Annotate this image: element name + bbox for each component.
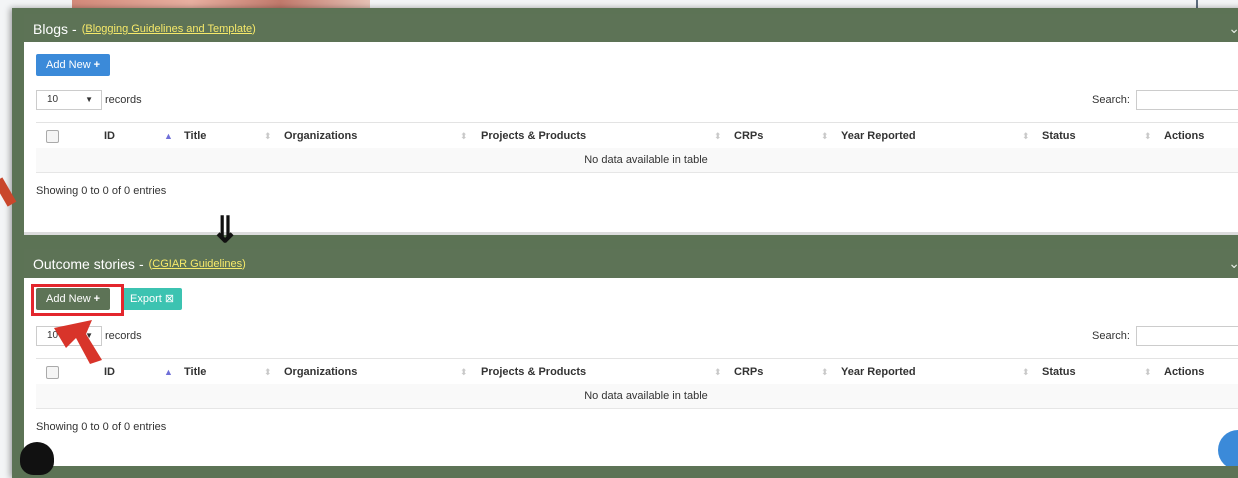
sort-icon[interactable]: ⬍ xyxy=(1144,359,1152,385)
col-projects-products[interactable]: Projects & Products xyxy=(481,123,586,149)
sort-icon[interactable]: ⬍ xyxy=(460,359,468,385)
col-title[interactable]: Title xyxy=(184,359,206,385)
col-status[interactable]: Status xyxy=(1042,123,1076,149)
search-label: Search: xyxy=(1092,94,1130,106)
blogs-title: Blogs xyxy=(33,21,69,37)
outcome-stories-panel-body: Add New + Export ⊠ 10 ▼ records Search: I… xyxy=(24,278,1238,466)
col-organizations[interactable]: Organizations xyxy=(284,123,357,149)
cgiar-guidelines-link[interactable]: CGIAR Guidelines xyxy=(152,258,242,270)
arrow-down-icon: ⇓ xyxy=(210,209,241,250)
records-label: records xyxy=(105,94,142,106)
export-icon: ⊠ xyxy=(164,293,175,305)
blogs-panel-body: Add New + 10 ▼ records Search: ID ▲ Title… xyxy=(24,42,1238,232)
sort-icon[interactable]: ⬍ xyxy=(264,359,272,385)
select-all-checkbox[interactable] xyxy=(46,130,59,143)
chevron-down-icon[interactable]: ⌄ xyxy=(1228,255,1238,272)
col-year-reported[interactable]: Year Reported xyxy=(841,359,916,385)
records-label: records xyxy=(105,330,142,342)
records-per-page-value: 10 xyxy=(47,94,59,105)
empty-table-row: No data available in table xyxy=(36,384,1238,409)
col-actions: Actions xyxy=(1164,130,1205,142)
sort-icon[interactable]: ⬍ xyxy=(460,123,468,149)
arrow-up-icon xyxy=(54,320,102,364)
outcome-stories-title: Outcome stories xyxy=(33,256,135,272)
add-new-blog-button[interactable]: Add New + xyxy=(36,54,111,76)
outcome-stories-search-input[interactable] xyxy=(1136,326,1238,346)
search-label: Search: xyxy=(1092,330,1130,342)
title-separator: - xyxy=(72,21,77,37)
title-separator: - xyxy=(138,256,144,272)
select-all-checkbox[interactable] xyxy=(46,366,59,379)
paren-close: ) xyxy=(252,23,256,35)
table-info: Showing 0 to 0 of 0 entries xyxy=(36,185,167,197)
col-actions: Actions xyxy=(1164,366,1205,378)
plus-icon: + xyxy=(93,59,101,71)
blogs-table-header: ID ▲ Title ⬍ Organizations ⬍ Projects & … xyxy=(36,122,1238,150)
sort-icon[interactable]: ⬍ xyxy=(1144,123,1152,149)
sort-icon[interactable]: ⬍ xyxy=(714,359,722,385)
sort-icon[interactable]: ⬍ xyxy=(714,123,722,149)
caret-down-icon: ▼ xyxy=(85,95,93,104)
outcome-stories-panel-header[interactable]: Outcome stories - ( CGIAR Guidelines ) ⌄ xyxy=(24,249,1238,279)
export-label: Export xyxy=(130,293,162,305)
footer-bar xyxy=(272,466,1238,475)
panel-divider xyxy=(24,232,1238,235)
blogs-panel-header[interactable]: Blogs - ( Blogging Guidelines and Templa… xyxy=(24,14,1238,44)
col-status[interactable]: Status xyxy=(1042,359,1076,385)
cat-icon[interactable] xyxy=(20,442,54,475)
highlight-box xyxy=(31,284,124,316)
sort-icon[interactable]: ⬍ xyxy=(821,123,829,149)
blogs-search-input[interactable] xyxy=(1136,90,1238,110)
records-per-page-select[interactable]: 10 ▼ xyxy=(36,90,102,110)
col-crps[interactable]: CRPs xyxy=(734,123,763,149)
chevron-down-icon[interactable]: ⌄ xyxy=(1228,20,1238,37)
export-button[interactable]: Export ⊠ xyxy=(122,288,183,310)
col-crps[interactable]: CRPs xyxy=(734,359,763,385)
col-projects-products[interactable]: Projects & Products xyxy=(481,359,586,385)
col-year-reported[interactable]: Year Reported xyxy=(841,123,916,149)
col-id[interactable]: ID xyxy=(104,123,115,149)
col-title[interactable]: Title xyxy=(184,123,206,149)
col-organizations[interactable]: Organizations xyxy=(284,359,357,385)
sort-asc-icon[interactable]: ▲ xyxy=(164,123,173,149)
add-new-label: Add New xyxy=(46,59,91,71)
table-info: Showing 0 to 0 of 0 entries xyxy=(36,421,167,433)
outcome-stories-table-header: ID ▲ Title ⬍ Organizations ⬍ Projects & … xyxy=(36,358,1238,386)
sort-icon[interactable]: ⬍ xyxy=(1022,359,1030,385)
paren-close: ) xyxy=(242,258,246,270)
empty-table-row: No data available in table xyxy=(36,148,1238,173)
sort-asc-icon[interactable]: ▲ xyxy=(164,359,173,385)
col-id[interactable]: ID xyxy=(104,359,115,385)
sort-icon[interactable]: ⬍ xyxy=(1022,123,1030,149)
sort-icon[interactable]: ⬍ xyxy=(821,359,829,385)
blogging-guidelines-link[interactable]: Blogging Guidelines and Template xyxy=(85,23,252,35)
sort-icon[interactable]: ⬍ xyxy=(264,123,272,149)
